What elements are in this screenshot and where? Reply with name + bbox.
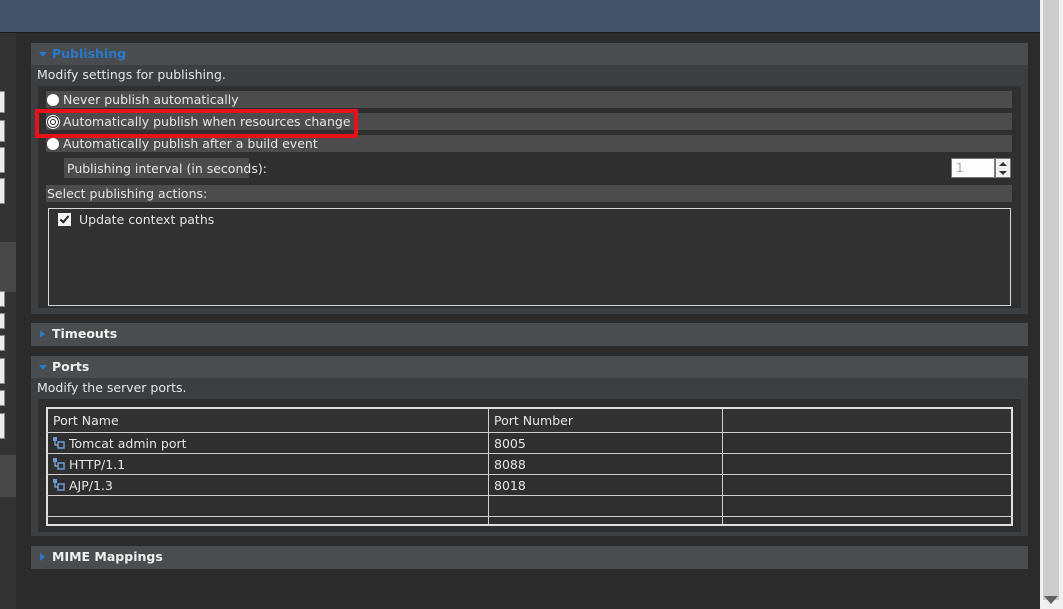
left-panel bbox=[0, 33, 16, 609]
title-bar-divider bbox=[0, 32, 1040, 33]
expand-arrow-icon[interactable] bbox=[39, 52, 47, 57]
left-panel-field[interactable] bbox=[0, 91, 5, 113]
radio-publish-after-build[interactable] bbox=[47, 138, 59, 150]
collapse-arrow-icon[interactable] bbox=[40, 330, 45, 338]
port-icon bbox=[53, 458, 65, 470]
column-divider bbox=[488, 409, 489, 524]
left-panel-field[interactable] bbox=[0, 335, 5, 351]
column-header-port-name[interactable]: Port Name bbox=[53, 413, 119, 428]
left-panel-field[interactable] bbox=[0, 390, 5, 406]
port-icon bbox=[53, 479, 65, 491]
highlight-box bbox=[35, 109, 358, 138]
port-icon bbox=[53, 437, 65, 449]
port-name: Tomcat admin port bbox=[69, 436, 187, 451]
spin-up-icon[interactable] bbox=[999, 162, 1007, 166]
publishing-title: Publishing bbox=[52, 46, 127, 61]
left-panel-field[interactable] bbox=[0, 413, 5, 439]
left-panel-band bbox=[0, 455, 16, 497]
mime-mappings-section[interactable]: MIME Mappings bbox=[31, 546, 1028, 569]
publishing-description: Modify settings for publishing. bbox=[37, 67, 226, 82]
expand-arrow-icon[interactable] bbox=[39, 365, 47, 370]
row-divider bbox=[46, 516, 1013, 517]
scrollbar-thumb[interactable] bbox=[1043, 0, 1059, 600]
panel-divider bbox=[16, 33, 30, 609]
timeouts-section[interactable]: Timeouts bbox=[31, 323, 1028, 346]
option-label-never: Never publish automatically bbox=[63, 92, 239, 107]
collapse-arrow-icon[interactable] bbox=[40, 553, 45, 561]
ports-section-header[interactable]: Ports bbox=[31, 356, 1028, 378]
left-panel-band bbox=[0, 242, 16, 292]
interval-label: Publishing interval (in seconds): bbox=[67, 161, 267, 176]
timeouts-title: Timeouts bbox=[52, 326, 118, 341]
publishing-section-header[interactable]: Publishing bbox=[31, 43, 1028, 65]
row-divider bbox=[46, 432, 1013, 433]
port-name: HTTP/1.1 bbox=[69, 457, 126, 472]
row-divider bbox=[46, 495, 1013, 496]
row-divider bbox=[46, 453, 1013, 454]
left-panel-field[interactable] bbox=[0, 313, 5, 329]
left-panel-field[interactable] bbox=[0, 120, 5, 142]
port-number[interactable]: 8005 bbox=[494, 436, 526, 451]
mime-mappings-title: MIME Mappings bbox=[52, 549, 163, 564]
row-divider bbox=[46, 474, 1013, 475]
column-header-port-number[interactable]: Port Number bbox=[494, 413, 573, 428]
option-label-after-build: Automatically publish after a build even… bbox=[63, 136, 318, 151]
port-name: AJP/1.3 bbox=[69, 478, 113, 493]
radio-never-publish[interactable] bbox=[47, 94, 59, 106]
port-number[interactable]: 8018 bbox=[494, 478, 526, 493]
ports-title: Ports bbox=[52, 359, 90, 374]
column-divider bbox=[722, 409, 723, 524]
timeouts-section-header[interactable]: Timeouts bbox=[31, 323, 1028, 346]
left-panel-field[interactable] bbox=[0, 358, 5, 384]
left-panel-field[interactable] bbox=[0, 178, 5, 204]
spin-down-icon[interactable] bbox=[999, 171, 1007, 175]
interval-input[interactable]: 1 bbox=[951, 158, 995, 178]
left-panel-field[interactable] bbox=[0, 147, 5, 173]
interval-spinner[interactable] bbox=[995, 158, 1011, 178]
update-context-checkbox[interactable] bbox=[58, 213, 71, 226]
mime-mappings-section-header[interactable]: MIME Mappings bbox=[31, 546, 1028, 569]
interval-value: 1 bbox=[956, 161, 964, 175]
action-item-label: Update context paths bbox=[79, 212, 215, 227]
left-panel-field[interactable] bbox=[0, 291, 5, 307]
port-number[interactable]: 8088 bbox=[494, 457, 526, 472]
ports-description: Modify the server ports. bbox=[37, 380, 187, 395]
window-title-bar bbox=[0, 0, 1040, 32]
scroll-down-arrow-icon[interactable] bbox=[1044, 596, 1058, 604]
actions-label: Select publishing actions: bbox=[47, 186, 208, 201]
